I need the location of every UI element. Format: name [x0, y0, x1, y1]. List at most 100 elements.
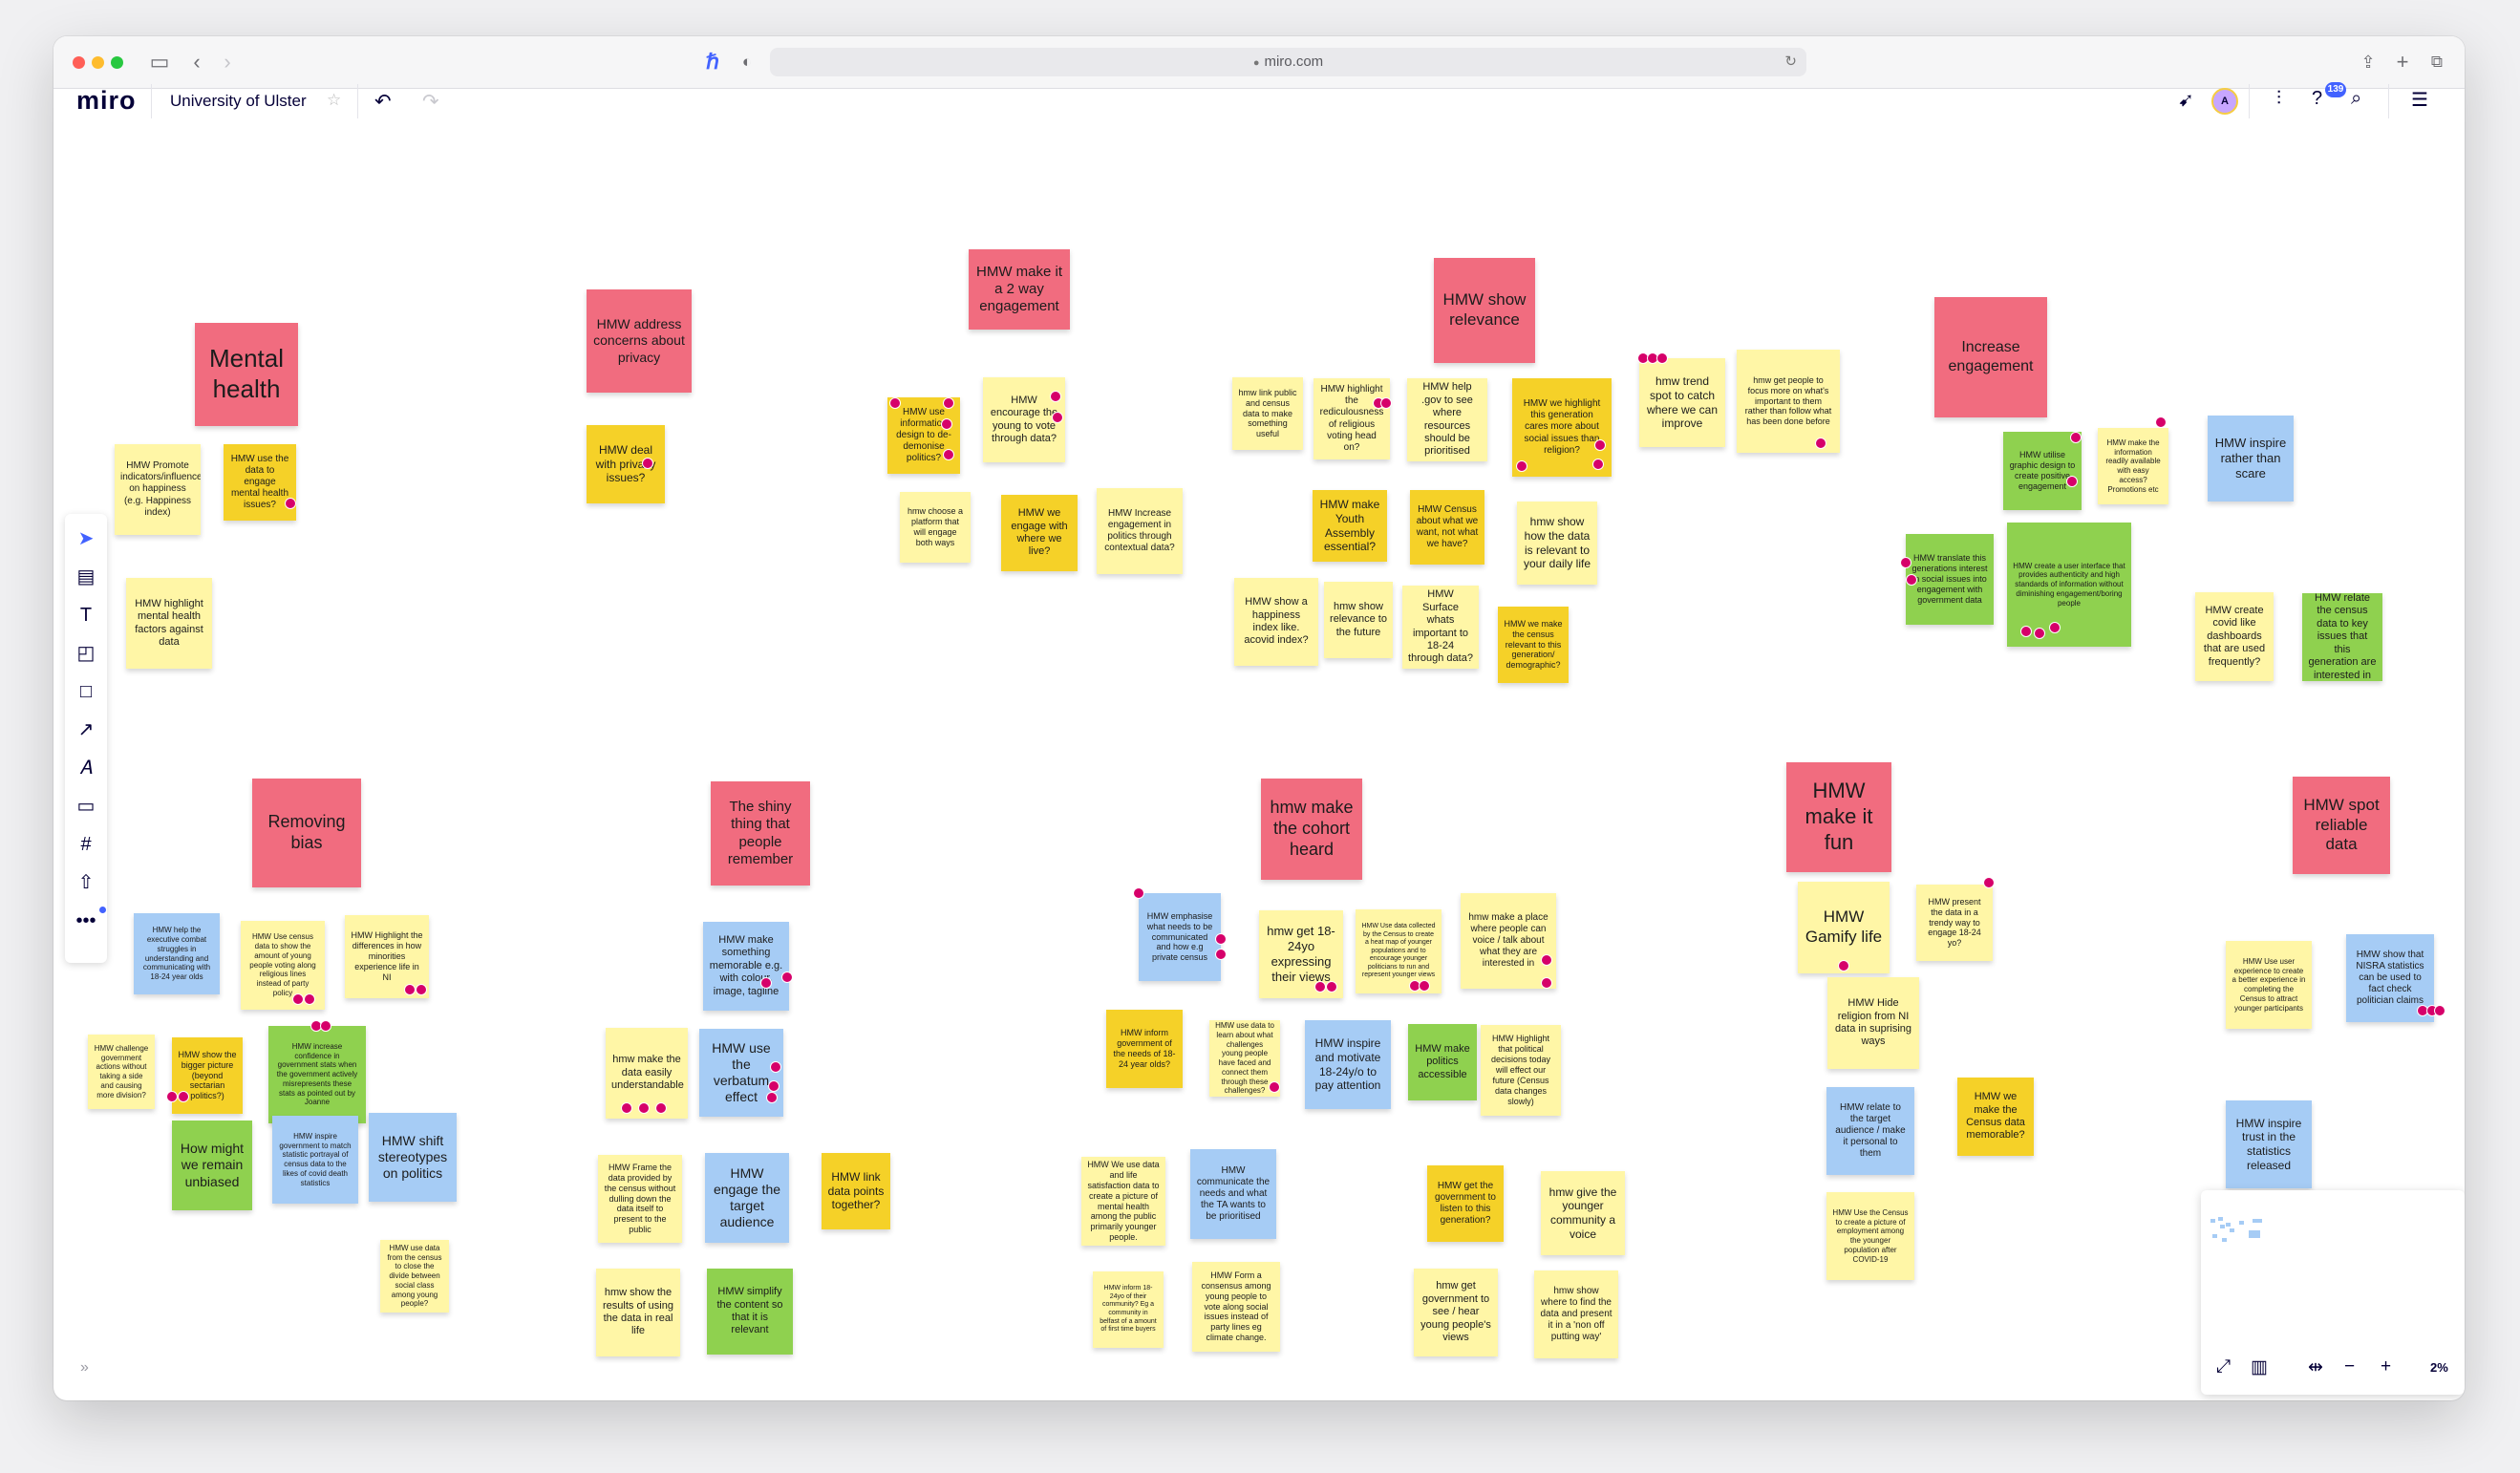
comment-icon[interactable]: ▭: [65, 789, 107, 823]
sticky-note[interactable]: HMW we engage with where we live?: [1001, 495, 1078, 571]
sticky-note[interactable]: HMW inspire government to match statisti…: [272, 1116, 358, 1204]
vote-dot[interactable]: [1516, 460, 1527, 472]
sticky-note[interactable]: HMW inspire trust in the statistics rele…: [2226, 1100, 2312, 1188]
sticky-note[interactable]: hmw get people to focus more on what's i…: [1737, 350, 1840, 453]
sticky-note[interactable]: HMW Promote indicators/influences on hap…: [115, 444, 201, 535]
board-canvas[interactable]: Mental health HMW Promote indicators/infl…: [53, 156, 2465, 1400]
upload-icon[interactable]: ⇧: [65, 865, 107, 900]
templates-icon[interactable]: ▤: [65, 560, 107, 594]
sticky-note[interactable]: HMW highlight the rediculousness of reli…: [1313, 378, 1390, 459]
sticky-note[interactable]: Mental health: [195, 323, 298, 426]
vote-dot[interactable]: [770, 1061, 781, 1073]
sticky-note[interactable]: HMW relate to the target audience / make…: [1826, 1087, 1914, 1175]
sticky-note[interactable]: hmw get government to see / hear young p…: [1414, 1269, 1498, 1356]
sticky-note[interactable]: HMW Form a consensus among young people …: [1192, 1262, 1280, 1352]
vote-dot[interactable]: [416, 984, 427, 995]
vote-dot[interactable]: [1541, 954, 1552, 966]
vote-dot[interactable]: [1215, 933, 1227, 945]
sticky-note[interactable]: HMW communicate the needs and what the T…: [1190, 1149, 1276, 1239]
sticky-note[interactable]: HMW Use user experience to create a bett…: [2226, 941, 2312, 1029]
sticky-note[interactable]: The shiny thing that people remember: [711, 781, 810, 886]
sticky-note[interactable]: How might we remain unbiased: [172, 1121, 252, 1210]
vote-dot[interactable]: [1983, 877, 1995, 888]
vote-dot[interactable]: [943, 449, 954, 460]
sticky-note[interactable]: HMW relate the census data to key issues…: [2302, 593, 2382, 681]
vote-dot[interactable]: [1900, 557, 1911, 568]
vote-dot[interactable]: [178, 1091, 189, 1102]
vote-dot[interactable]: [1050, 391, 1061, 402]
sticky-note[interactable]: HMW emphasise what needs to be communica…: [1139, 893, 1221, 981]
extension-icon[interactable]: ℏ: [699, 48, 726, 76]
vote-dot[interactable]: [1592, 459, 1604, 470]
sticky-note[interactable]: HMW make the information readily availab…: [2098, 428, 2168, 504]
share-icon[interactable]: ⇪: [2356, 48, 2381, 76]
sticky-note[interactable]: HMW make something memorable e.g. with c…: [703, 922, 789, 1011]
sticky-note[interactable]: HMW make politics accessible: [1408, 1024, 1477, 1100]
maximize-window-button[interactable]: [111, 56, 123, 69]
sticky-note[interactable]: hmw link public and census data to make …: [1232, 377, 1303, 450]
vote-dot[interactable]: [1314, 981, 1326, 993]
sticky-note[interactable]: HMW create covid like dashboards that ar…: [2195, 592, 2274, 681]
sticky-note[interactable]: HMW use information design to de-demonis…: [887, 397, 960, 474]
sticky-note[interactable]: HMW use the data to engage mental health…: [224, 444, 296, 521]
sticky-note[interactable]: HMW increase confidence in government st…: [268, 1026, 366, 1123]
vote-dot[interactable]: [941, 418, 952, 430]
sticky-note[interactable]: HMW make it a 2 way engagement: [969, 249, 1070, 330]
sidebar-toggle-icon[interactable]: ▭: [145, 48, 174, 76]
address-bar[interactable]: ● miro.com ↻: [770, 48, 1806, 76]
pen-tool-icon[interactable]: 𝐴: [65, 751, 107, 785]
search-icon[interactable]: ⌕: [2351, 88, 2361, 110]
cursor-tracking-icon[interactable]: ➹: [2178, 88, 2194, 112]
vote-dot[interactable]: [1326, 981, 1337, 993]
sticky-note[interactable]: HMW Increase engagement in politics thro…: [1097, 488, 1183, 574]
sticky-note[interactable]: HMW inform 18-24yo of their community? E…: [1093, 1271, 1164, 1348]
zoom-in-icon[interactable]: +: [2381, 1356, 2391, 1377]
vote-dot[interactable]: [766, 1092, 778, 1103]
sticky-note[interactable]: HMW help the executive combat struggles …: [134, 913, 220, 994]
vote-dot[interactable]: [655, 1102, 667, 1114]
vote-dot[interactable]: [2070, 432, 2082, 443]
zoom-out-icon[interactable]: −: [2344, 1356, 2355, 1377]
select-tool-icon[interactable]: ➤: [65, 522, 107, 556]
undo-icon[interactable]: ↶: [374, 90, 392, 114]
sticky-note[interactable]: hmw show where to find the data and pres…: [1534, 1270, 1618, 1358]
fullscreen-icon[interactable]: ⤢: [2216, 1356, 2231, 1377]
vote-dot[interactable]: [1656, 352, 1668, 364]
sticky-note[interactable]: HMW Census about what we want, not what …: [1410, 490, 1484, 565]
vote-dot[interactable]: [166, 1091, 178, 1102]
minimap[interactable]: ⤢ ▥ ⇹ − + 2%: [2201, 1190, 2465, 1395]
sticky-note[interactable]: HMW link data points together?: [822, 1153, 890, 1229]
vote-dot[interactable]: [2066, 476, 2078, 487]
sticky-note[interactable]: HMW present the data in a trendy way to …: [1916, 885, 1993, 961]
vote-dot[interactable]: [1594, 439, 1606, 451]
shape-tool-icon[interactable]: □: [65, 674, 107, 709]
vote-dot[interactable]: [781, 971, 793, 983]
sticky-note[interactable]: hmw show the results of using the data i…: [596, 1269, 680, 1356]
new-tab-icon[interactable]: +: [2390, 48, 2415, 76]
sticky-note[interactable]: HMW make Youth Assembly essential?: [1313, 490, 1387, 562]
sticky-note[interactable]: HMW help .gov to see where resources sho…: [1407, 378, 1487, 461]
board-menu-icon[interactable]: ☰: [2411, 88, 2428, 112]
expand-panel-icon[interactable]: »: [80, 1359, 89, 1377]
sticky-note[interactable]: HMW simplify the content so that it is r…: [707, 1269, 793, 1355]
tab-overview-icon[interactable]: ⧉: [2424, 48, 2449, 76]
vote-dot[interactable]: [642, 458, 653, 469]
vote-dot[interactable]: [1215, 949, 1227, 960]
vote-dot[interactable]: [404, 984, 416, 995]
avatar[interactable]: A: [2211, 88, 2238, 115]
sticky-note[interactable]: HMW inspire rather than scare: [2208, 416, 2294, 502]
sticky-note[interactable]: hmw make a place where people can voice …: [1461, 893, 1556, 989]
vote-dot[interactable]: [1906, 574, 1917, 586]
vote-dot[interactable]: [1541, 977, 1552, 989]
sticky-note[interactable]: HMW shift stereotypes on politics: [369, 1113, 457, 1202]
sticky-note[interactable]: HMW Use the Census to create a picture o…: [1826, 1192, 1914, 1280]
sticky-note[interactable]: HMW engage the target audience: [705, 1153, 789, 1243]
vote-dot[interactable]: [1052, 412, 1063, 423]
sticky-note[interactable]: HMW make it fun: [1786, 762, 1891, 872]
sticky-note[interactable]: HMW address concerns about privacy: [587, 289, 692, 393]
vote-dot[interactable]: [621, 1102, 632, 1114]
redo-icon[interactable]: ↷: [422, 90, 439, 114]
sticky-note[interactable]: HMW utilise graphic design to create pos…: [2003, 432, 2082, 510]
sticky-note[interactable]: HMW inspire and motivate 18-24y/o to pay…: [1305, 1020, 1391, 1109]
vote-dot[interactable]: [1419, 980, 1430, 992]
